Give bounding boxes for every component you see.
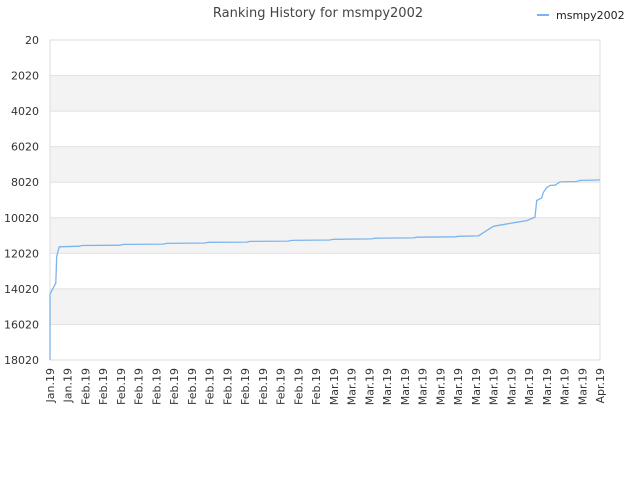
x-tick-label: Feb.19 [257,368,270,405]
y-tick-label: 8020 [11,176,39,189]
x-tick-label: Feb.19 [115,368,128,405]
plot-band [50,146,600,183]
x-tick-label: Feb.19 [292,368,305,405]
y-tick-label: 18020 [4,354,39,367]
plot-band [50,217,600,254]
plot-bands [50,75,600,325]
x-tick-label: Feb.19 [79,368,92,405]
x-tick-label: Mar.19 [505,368,518,405]
y-tick-label: 2020 [11,70,39,83]
plot-band [50,288,600,325]
x-tick-label: Feb.19 [239,368,252,405]
x-tick-label: Mar.19 [346,368,359,405]
y-tick-label: 14020 [4,283,39,296]
series-layer [49,179,601,360]
ranking-chart: 2020204020602080201002012020140201602018… [4,6,625,405]
y-tick-label: 4020 [11,105,39,118]
x-tick-label: Feb.19 [133,368,146,405]
legend-label: msmpy2002 [556,9,625,22]
x-tick-label: Feb.19 [221,368,234,405]
x-tick-label: Jan.19 [44,368,57,403]
x-tick-label: Feb.19 [204,368,217,405]
x-tick-label: Feb.19 [186,368,199,405]
plot-band [50,75,600,112]
x-tick-label: Mar.19 [523,368,536,405]
legend[interactable]: msmpy2002 [537,9,625,22]
x-tick-label: Feb.19 [150,368,163,405]
x-tick-label: Mar.19 [363,368,376,405]
chart-title: Ranking History for msmpy2002 [213,6,423,21]
x-tick-label: Jan.19 [62,368,75,403]
x-tick-label: Mar.19 [576,368,589,405]
x-tick-label: Mar.19 [541,368,554,405]
x-tick-label: Feb.19 [275,368,288,405]
y-tick-label: 16020 [4,318,39,331]
x-tick-label: Feb.19 [310,368,323,405]
x-tick-label: Feb.19 [168,368,181,405]
x-tick-label: Mar.19 [399,368,412,405]
x-tick-label: Mar.19 [328,368,341,405]
x-tick-label: Apr.19 [594,368,607,404]
series-line[interactable] [49,179,601,360]
x-tick-label: Mar.19 [488,368,501,405]
y-axis: 2020204020602080201002012020140201602018… [4,34,39,367]
x-tick-label: Mar.19 [434,368,447,405]
y-tick-label: 12020 [4,247,39,260]
x-tick-label: Mar.19 [452,368,465,405]
x-axis: Jan.19 Jan.19 Feb.19 Feb.19 Feb.19 Feb.19 Feb.… [44,368,607,405]
x-tick-label: Mar.19 [470,368,483,405]
x-tick-label: Mar.19 [559,368,572,405]
x-tick-label: Mar.19 [381,368,394,405]
y-tick-label: 6020 [11,141,39,154]
y-tick-label: 20 [25,34,39,47]
x-tick-label: Mar.19 [417,368,430,405]
x-tick-label: Feb.19 [97,368,110,405]
y-tick-label: 10020 [4,212,39,225]
